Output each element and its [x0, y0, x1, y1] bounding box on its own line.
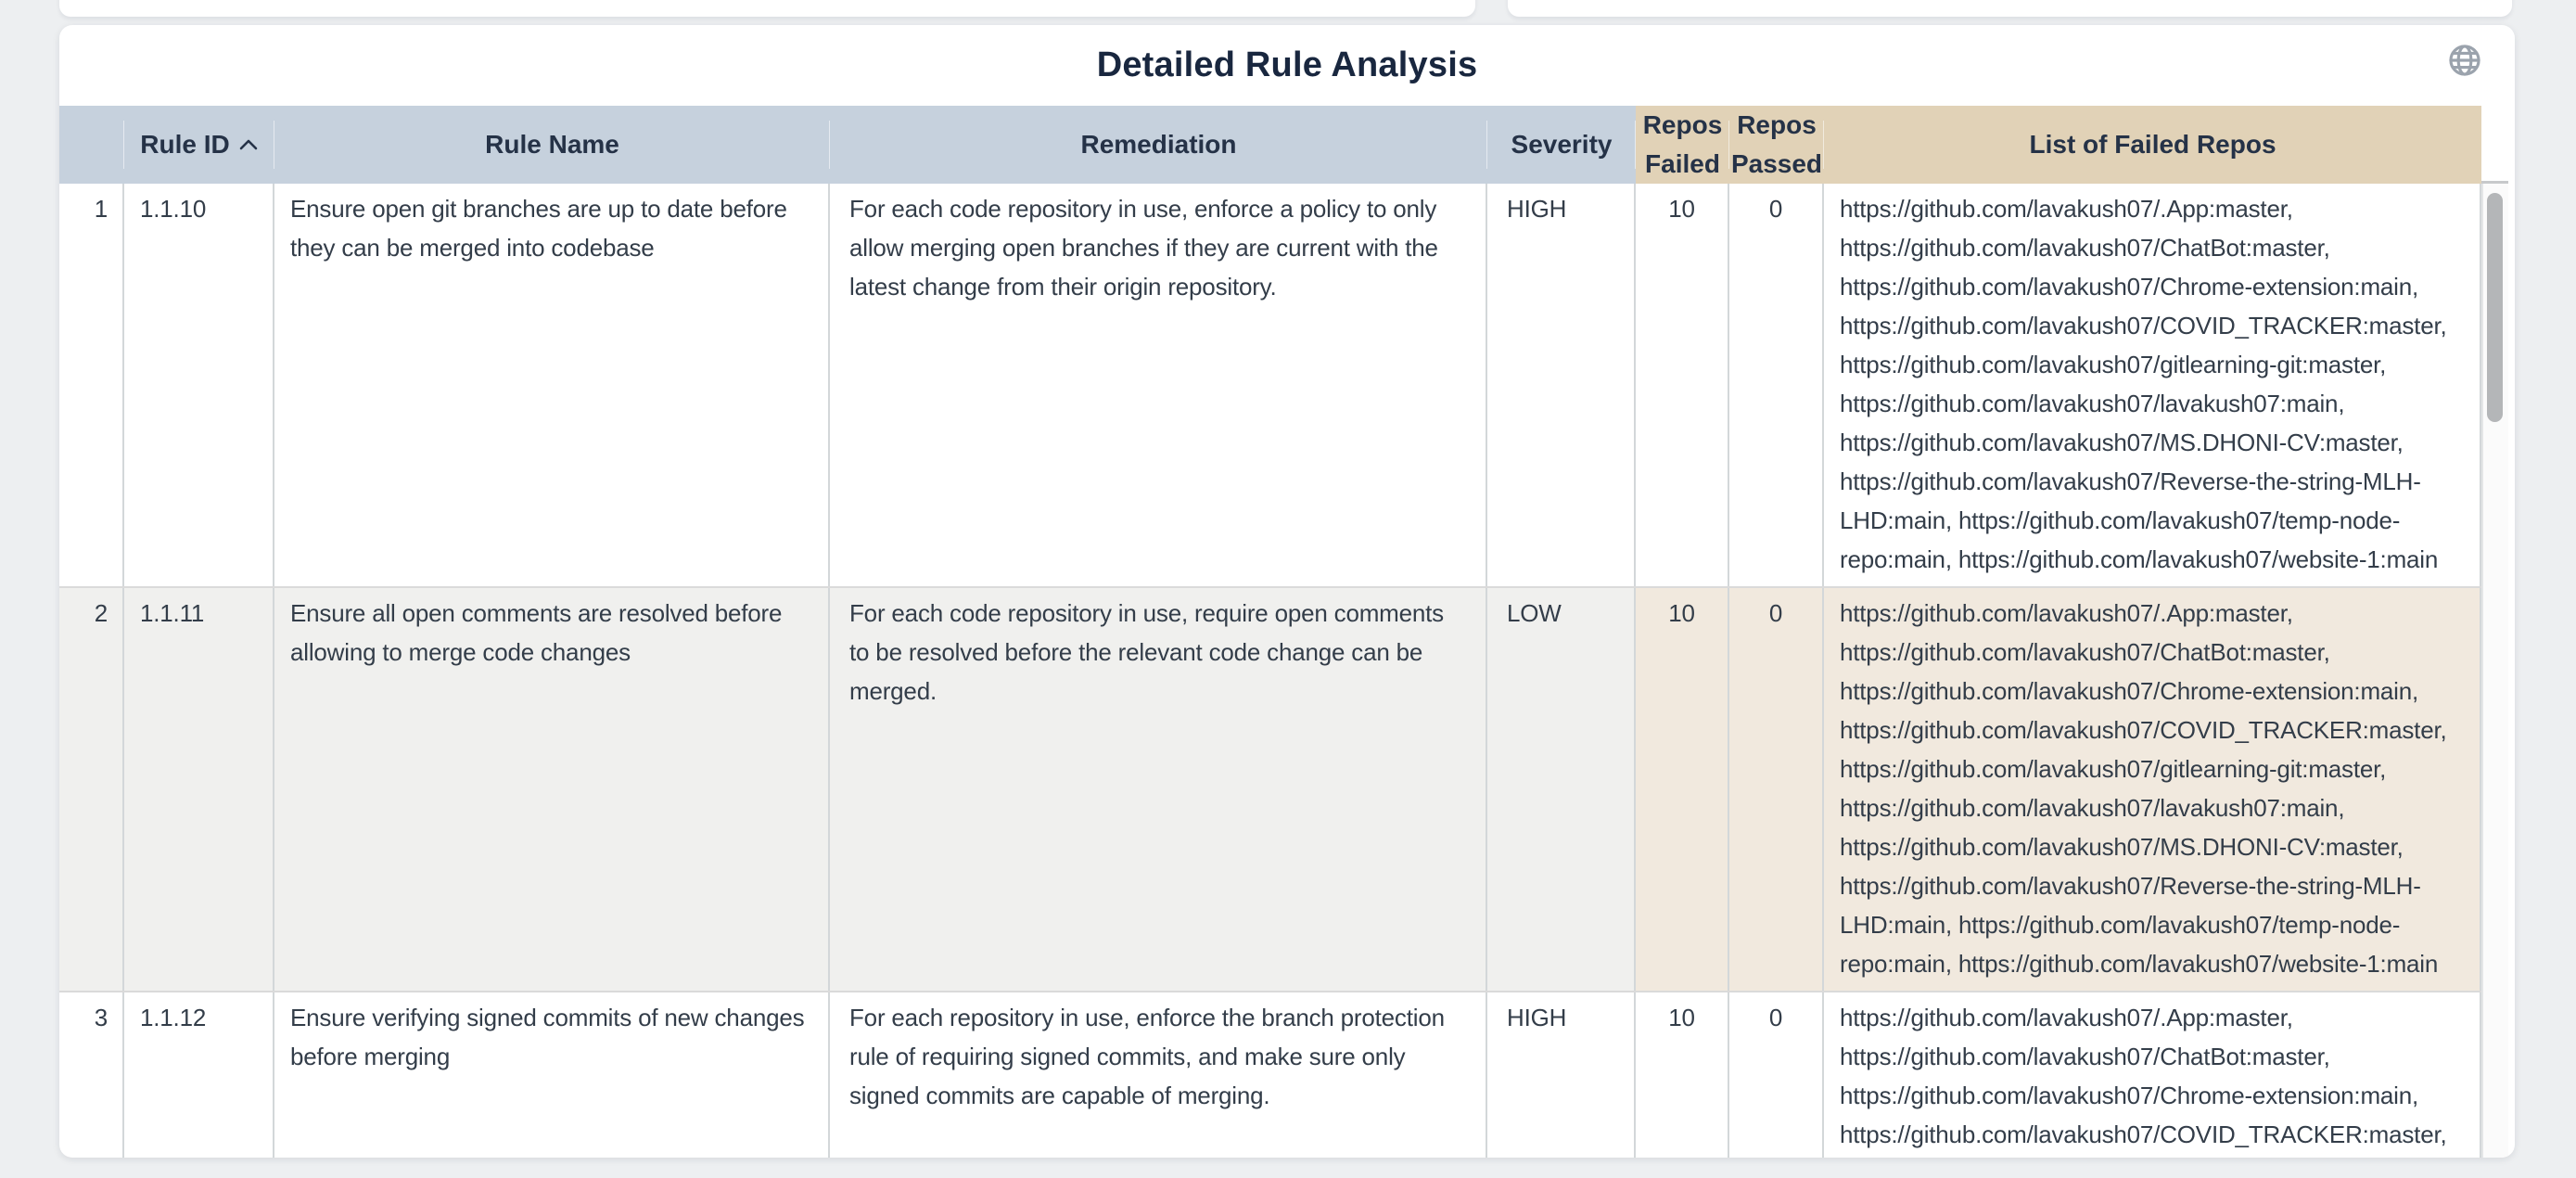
sort-ascending-icon — [238, 138, 259, 151]
repos-passed-cell: 0 — [1729, 992, 1824, 1158]
header-repos-failed[interactable]: Repos Failed — [1636, 106, 1729, 184]
repos-passed-cell: 0 — [1729, 588, 1824, 991]
detailed-rule-analysis-card: Detailed Rule Analysis Rule ID — [59, 25, 2515, 1158]
header-severity[interactable]: Severity — [1487, 106, 1636, 184]
row-index: 2 — [59, 588, 124, 991]
header-remediation-label: Remediation — [1080, 125, 1236, 164]
header-index — [59, 106, 124, 184]
severity-cell: HIGH — [1487, 992, 1636, 1158]
header-rule-name-label: Rule Name — [485, 125, 619, 164]
rule-id-cell: 1.1.12 — [124, 992, 274, 1158]
header-repos-passed-label: Repos Passed — [1731, 106, 1822, 184]
rule-name-cell: Ensure verifying signed commits of new c… — [274, 992, 830, 1158]
vertical-scrollbar — [2481, 106, 2508, 1158]
rule-name-cell: Ensure open git branches are up to date … — [274, 184, 830, 586]
header-rule-id-label: Rule ID — [140, 125, 229, 164]
page-title: Detailed Rule Analysis — [1097, 45, 1478, 85]
rule-name-cell: Ensure all open comments are resolved be… — [274, 588, 830, 991]
remediation-cell: For each repository in use, enforce the … — [830, 992, 1487, 1158]
table-header-row: Rule ID Rule Name Remediation Severity R… — [59, 106, 2481, 184]
table-row: 2 1.1.11 Ensure all open comments are re… — [59, 588, 2481, 992]
scrollbar-track[interactable] — [2481, 184, 2508, 1158]
repos-failed-cell: 10 — [1636, 184, 1729, 586]
failed-repos-cell: https://github.com/lavakush07/.App:maste… — [1824, 992, 2481, 1158]
severity-cell: HIGH — [1487, 184, 1636, 586]
severity-cell: LOW — [1487, 588, 1636, 991]
rule-id-cell: 1.1.10 — [124, 184, 274, 586]
row-index: 1 — [59, 184, 124, 586]
row-index: 3 — [59, 992, 124, 1158]
repos-failed-cell: 10 — [1636, 588, 1729, 991]
repos-failed-cell: 10 — [1636, 992, 1729, 1158]
header-rule-id[interactable]: Rule ID — [124, 106, 274, 184]
failed-repos-cell: https://github.com/lavakush07/.App:maste… — [1824, 588, 2481, 991]
scrollbar-header-spacer — [2481, 106, 2508, 184]
scrollbar-thumb[interactable] — [2487, 193, 2503, 422]
remediation-cell: For each code repository in use, require… — [830, 588, 1487, 991]
failed-repos-cell: https://github.com/lavakush07/.App:maste… — [1824, 184, 2481, 586]
previous-card-right-edge — [1508, 0, 2512, 17]
header-failed-repos-list-label: List of Failed Repos — [2029, 125, 2276, 164]
header-rule-name[interactable]: Rule Name — [274, 106, 830, 184]
header-repos-passed[interactable]: Repos Passed — [1729, 106, 1824, 184]
card-header: Detailed Rule Analysis — [59, 25, 2515, 106]
remediation-cell: For each code repository in use, enforce… — [830, 184, 1487, 586]
table-row: 1 1.1.10 Ensure open git branches are up… — [59, 184, 2481, 588]
previous-card-left-edge — [59, 0, 1475, 17]
header-remediation[interactable]: Remediation — [830, 106, 1487, 184]
globe-icon[interactable] — [2446, 42, 2483, 79]
header-failed-repos-list[interactable]: List of Failed Repos — [1824, 106, 2481, 184]
repos-passed-cell: 0 — [1729, 184, 1824, 586]
rule-analysis-table: Rule ID Rule Name Remediation Severity R… — [59, 106, 2515, 1158]
rule-id-cell: 1.1.11 — [124, 588, 274, 991]
header-severity-label: Severity — [1511, 125, 1613, 164]
table-row: 3 1.1.12 Ensure verifying signed commits… — [59, 992, 2481, 1158]
header-repos-failed-label: Repos Failed — [1641, 106, 1724, 184]
